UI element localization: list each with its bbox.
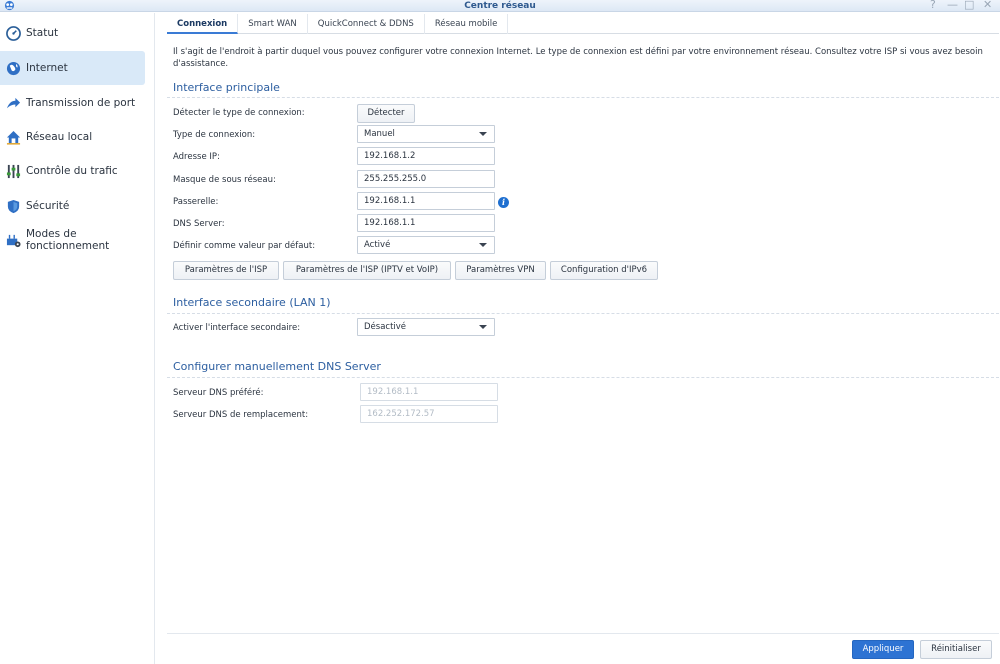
home-icon	[5, 129, 21, 145]
sidebar-item-statut[interactable]: Statut	[0, 16, 145, 50]
page-description: Il s'agit de l'endroit à partir duquel v…	[173, 47, 983, 69]
alternate-dns-label: Serveur DNS de remplacement:	[173, 410, 309, 420]
default-route-value: Activé	[364, 240, 391, 250]
vpn-settings-button[interactable]: Paramètres VPN	[455, 261, 546, 280]
section-divider	[167, 377, 999, 378]
shield-icon	[5, 198, 21, 214]
preferred-dns-label: Serveur DNS préféré:	[173, 388, 264, 398]
subnet-mask-input[interactable]: 255.255.255.0	[357, 170, 495, 188]
default-route-label: Définir comme valeur par défaut:	[173, 241, 316, 251]
traffic-icon	[5, 163, 21, 179]
sidebar-item-label: Sécurité	[26, 200, 70, 212]
detect-label: Détecter le type de connexion:	[173, 108, 305, 118]
window-title: Centre réseau	[464, 1, 536, 11]
secondary-section-title: Interface secondaire (LAN 1)	[173, 296, 331, 309]
globe-icon	[5, 60, 21, 76]
secondary-enable-select[interactable]: Désactivé	[357, 318, 495, 336]
gateway-input[interactable]: 192.168.1.1	[357, 192, 495, 210]
minimize-button[interactable]: —	[947, 0, 958, 11]
manual-dns-section-title: Configurer manuellement DNS Server	[173, 360, 381, 373]
section-divider	[167, 313, 999, 314]
ip-address-input[interactable]: 192.168.1.2	[357, 147, 495, 165]
tab-smart-wan[interactable]: Smart WAN	[238, 14, 308, 34]
sidebar-item-internet[interactable]: Internet	[0, 51, 145, 85]
help-button[interactable]: ?	[930, 0, 936, 11]
tab-quickconnect-ddns[interactable]: QuickConnect & DDNS	[308, 14, 425, 34]
isp-iptv-voip-settings-button[interactable]: Paramètres de l'ISP (IPTV et VoIP)	[283, 261, 451, 280]
sidebar-item-label: Internet	[26, 62, 68, 74]
connection-type-value: Manuel	[364, 129, 395, 139]
section-divider	[167, 97, 999, 98]
dns-server-label: DNS Server:	[173, 219, 225, 229]
subnet-mask-label: Masque de sous réseau:	[173, 175, 276, 185]
secondary-enable-value: Désactivé	[364, 322, 407, 332]
close-button[interactable]: ✕	[983, 0, 992, 11]
gateway-label: Passerelle:	[173, 197, 219, 207]
detect-button[interactable]: Détecter	[357, 104, 415, 123]
sidebar-item-label: Contrôle du trafic	[26, 165, 118, 177]
apply-button[interactable]: Appliquer	[852, 640, 914, 659]
tab-bar: Connexion Smart WAN QuickConnect & DDNS …	[167, 14, 999, 34]
ip-address-label: Adresse IP:	[173, 152, 220, 162]
sidebar-item-security[interactable]: Sécurité	[0, 189, 145, 223]
secondary-enable-label: Activer l'interface secondaire:	[173, 323, 301, 333]
sidebar-item-label: Réseau local	[26, 131, 93, 143]
chevron-down-icon	[479, 132, 487, 136]
connection-type-label: Type de connexion:	[173, 130, 256, 140]
sidebar-item-traffic-control[interactable]: Contrôle du trafic	[0, 154, 145, 188]
sidebar-item-label: Statut	[26, 27, 59, 39]
default-route-select[interactable]: Activé	[357, 236, 495, 254]
maximize-button[interactable]: □	[964, 0, 974, 11]
ipv6-configuration-button[interactable]: Configuration d'IPv6	[550, 261, 658, 280]
sidebar: Statut Internet Transmission de port Rés…	[0, 13, 155, 664]
arrow-icon	[5, 95, 21, 111]
sidebar-item-local-network[interactable]: Réseau local	[0, 120, 145, 154]
sidebar-item-label: Modes de fonctionnement	[26, 228, 110, 252]
dns-server-input[interactable]: 192.168.1.1	[357, 214, 495, 232]
modes-icon	[5, 232, 21, 248]
info-icon[interactable]: i	[498, 197, 509, 208]
sidebar-item-label: Transmission de port	[26, 97, 136, 109]
title-bar: Centre réseau ? — □ ✕	[0, 0, 1000, 12]
preferred-dns-input[interactable]: 192.168.1.1	[360, 383, 498, 401]
footer-divider	[167, 633, 999, 634]
chevron-down-icon	[479, 243, 487, 247]
isp-settings-button[interactable]: Paramètres de l'ISP	[173, 261, 279, 280]
status-icon	[5, 25, 21, 41]
alternate-dns-input[interactable]: 162.252.172.57	[360, 405, 498, 423]
primary-section-title: Interface principale	[173, 81, 280, 94]
connection-type-select[interactable]: Manuel	[357, 125, 495, 143]
sidebar-item-port-forwarding[interactable]: Transmission de port	[0, 86, 145, 120]
tab-mobile-network[interactable]: Réseau mobile	[425, 14, 509, 34]
tab-connexion[interactable]: Connexion	[167, 14, 239, 34]
reset-button[interactable]: Réinitialiser	[920, 640, 992, 659]
sidebar-item-operation-modes[interactable]: Modes de fonctionnement	[0, 223, 145, 257]
chevron-down-icon	[479, 325, 487, 329]
